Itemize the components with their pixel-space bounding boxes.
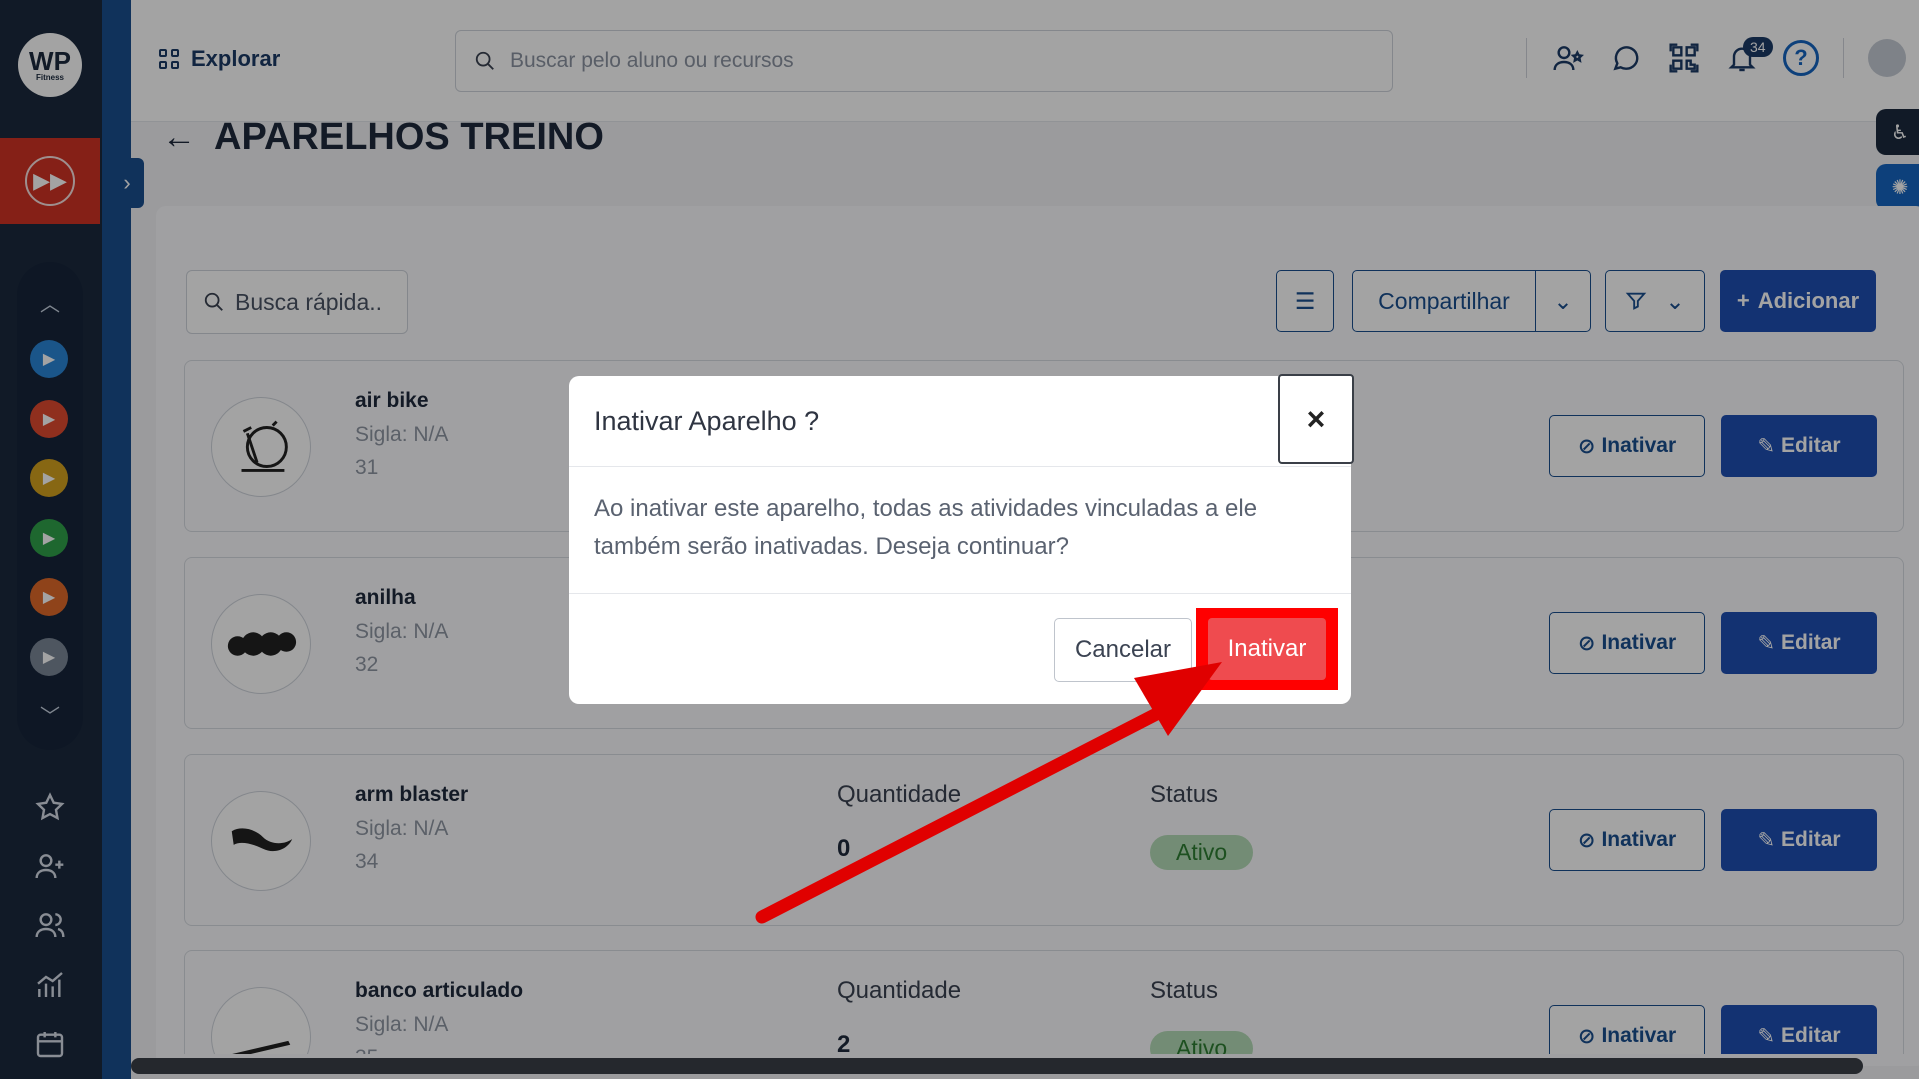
app-root: WP Fitness ▶▶ ︿ ▶ ▶ ▶ ▶ ▶ ▶ ﹀ › Explorar…	[0, 0, 1919, 1079]
divider	[569, 466, 1351, 467]
divider	[569, 593, 1351, 594]
confirm-highlight: Inativar	[1196, 608, 1338, 690]
inactivate-dialog: Inativar Aparelho ? × Ao inativar este a…	[569, 374, 1354, 704]
confirm-inactivate-button[interactable]: Inativar	[1208, 618, 1326, 680]
dialog-title: Inativar Aparelho ?	[594, 406, 820, 436]
close-button[interactable]: ×	[1278, 374, 1354, 464]
cancel-button[interactable]: Cancelar	[1054, 618, 1192, 682]
close-icon: ×	[1306, 400, 1326, 437]
dialog-message: Ao inativar este aparelho, todas as ativ…	[594, 495, 1258, 560]
